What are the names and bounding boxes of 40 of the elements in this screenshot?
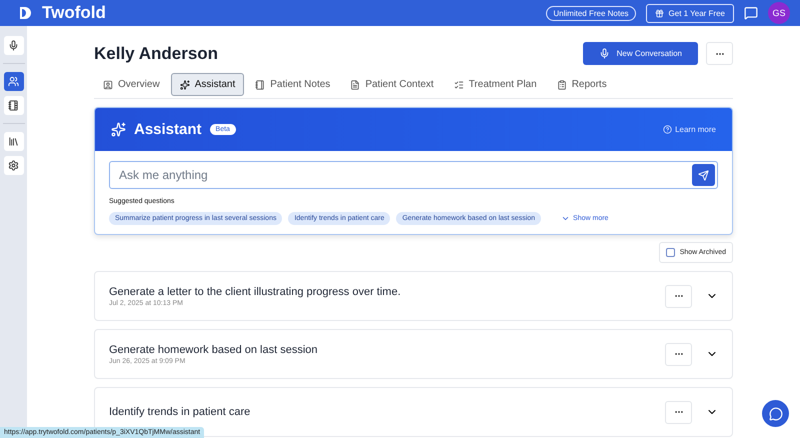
conversation-title: Identify trends in patient care [109,406,252,418]
patient-name: Kelly Anderson [94,44,218,64]
chat-bubble-icon [768,406,782,420]
conversation-title: Generate homework based on last session [109,344,319,356]
help-icon [663,125,672,134]
new-conversation-button[interactable]: New Conversation [582,42,698,65]
learn-more-link[interactable]: Learn more [663,125,716,134]
ask-field[interactable]: Ask me anything [109,161,718,189]
tab[interactable]: Treatment Plan [444,73,546,96]
gift-icon [654,8,664,18]
app-name: Twofold [42,3,106,23]
microphone-icon[interactable] [4,36,24,55]
send-button[interactable] [692,164,715,186]
chat-launcher-button[interactable] [762,400,789,427]
checklist-icon [454,80,464,90]
sparkle-icon [180,80,190,90]
chat-icon[interactable] [744,6,758,20]
settings-icon[interactable] [4,156,24,175]
document-icon [350,80,360,90]
clipboard-icon [556,80,567,90]
promo-button[interactable]: Get 1 Year Free [646,4,734,22]
notebook-icon [255,80,266,90]
tab[interactable]: Reports [548,73,616,96]
conversation-title: Generate a letter to the client illustrating progress over time. [109,286,402,298]
tab[interactable]: Assistant [170,73,244,96]
chevron-icon [561,214,570,223]
tab[interactable]: Overview [94,73,169,96]
checkbox[interactable] [666,248,675,257]
user-avatar[interactable]: GS [768,2,790,24]
sparkle-icon [111,122,126,137]
assistant-title: Assistant [134,121,202,138]
notebook-icon[interactable] [4,96,24,115]
microphone-icon [598,48,610,59]
users-icon[interactable] [4,72,24,91]
plan-badge: Unlimited Free Notes [546,6,636,20]
books-icon[interactable] [4,132,24,151]
profile-icon [103,80,113,90]
tab[interactable]: Patient Context [341,73,443,96]
send-icon [698,170,709,180]
tab[interactable]: Patient Notes [246,73,340,96]
